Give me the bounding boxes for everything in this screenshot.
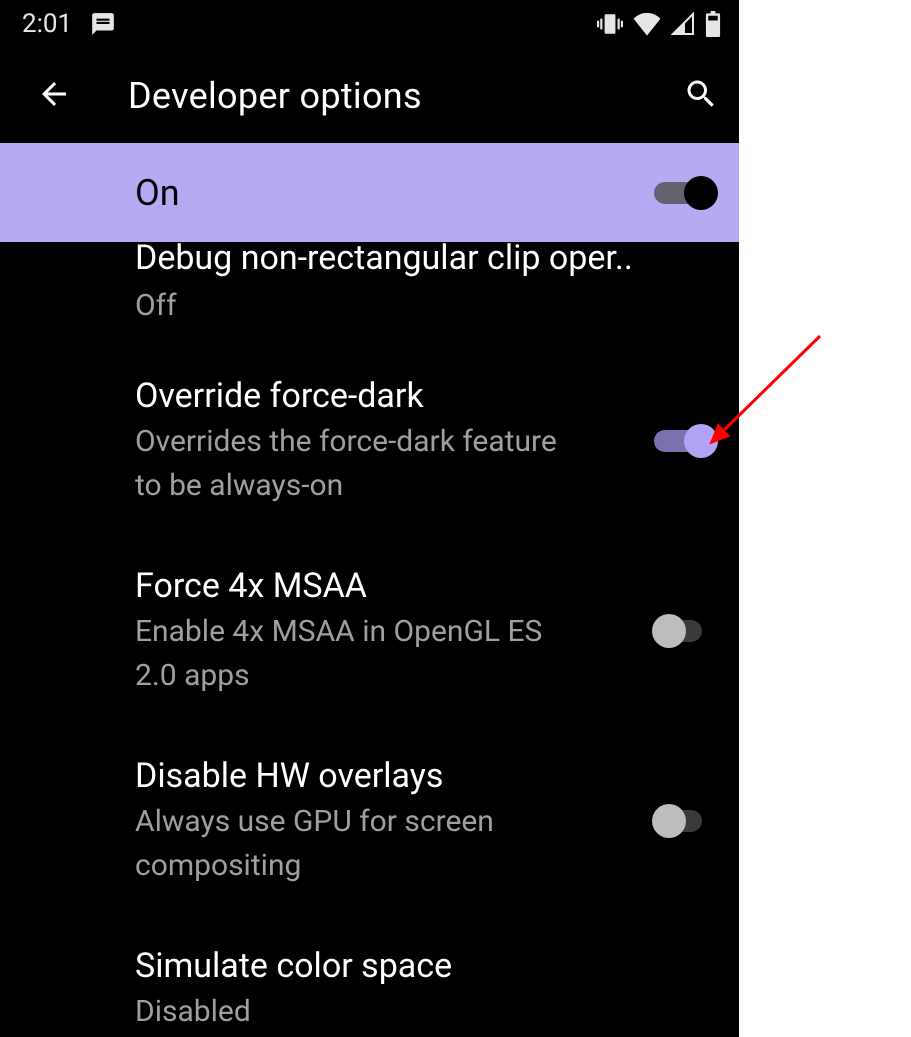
setting-title: Debug non-rectangular clip oper.. — [135, 236, 633, 280]
device-frame: 2:01 Developer options — [0, 0, 739, 1037]
master-toggle-label: On — [135, 172, 180, 214]
setting-title: Override force-dark — [135, 374, 624, 418]
setting-disable-hw-overlays[interactable]: Disable HW overlays Always use GPU for s… — [0, 726, 739, 916]
signal-icon — [671, 12, 695, 36]
toggle-override-force-dark[interactable] — [654, 424, 714, 458]
battery-icon — [705, 11, 721, 37]
setting-title: Simulate color space — [135, 944, 624, 988]
setting-force-4x-msaa[interactable]: Force 4x MSAA Enable 4x MSAA in OpenGL E… — [0, 536, 739, 726]
setting-debug-clip[interactable]: Debug non-rectangular clip oper.. Off — [0, 242, 739, 346]
setting-title: Force 4x MSAA — [135, 564, 624, 608]
wifi-icon — [633, 12, 661, 36]
setting-subtitle: Disabled — [135, 990, 575, 1034]
clock: 2:01 — [22, 9, 72, 39]
app-bar: Developer options — [0, 48, 739, 143]
search-button[interactable] — [683, 76, 719, 116]
status-bar-right — [597, 11, 721, 37]
message-icon — [90, 11, 116, 37]
settings-list: Debug non-rectangular clip oper.. Off Ov… — [0, 242, 739, 1037]
setting-title: Disable HW overlays — [135, 754, 624, 798]
back-button[interactable] — [36, 76, 72, 116]
toggle-disable-hw-overlays[interactable] — [654, 804, 714, 838]
master-toggle-switch[interactable] — [654, 176, 714, 210]
vibrate-icon — [597, 11, 623, 37]
setting-override-force-dark[interactable]: Override force-dark Overrides the force-… — [0, 346, 739, 536]
page-title: Developer options — [128, 75, 627, 117]
toggle-force-4x-msaa[interactable] — [654, 614, 714, 648]
status-bar-left: 2:01 — [22, 9, 116, 39]
master-toggle-row[interactable]: On — [0, 143, 739, 242]
setting-subtitle: Always use GPU for screen compositing — [135, 800, 575, 888]
setting-subtitle: Overrides the force-dark feature to be a… — [135, 420, 575, 508]
setting-subtitle: Enable 4x MSAA in OpenGL ES 2.0 apps — [135, 610, 575, 698]
setting-subtitle: Off — [135, 284, 575, 328]
status-bar: 2:01 — [0, 0, 739, 48]
setting-simulate-color-space[interactable]: Simulate color space Disabled — [0, 916, 739, 1037]
